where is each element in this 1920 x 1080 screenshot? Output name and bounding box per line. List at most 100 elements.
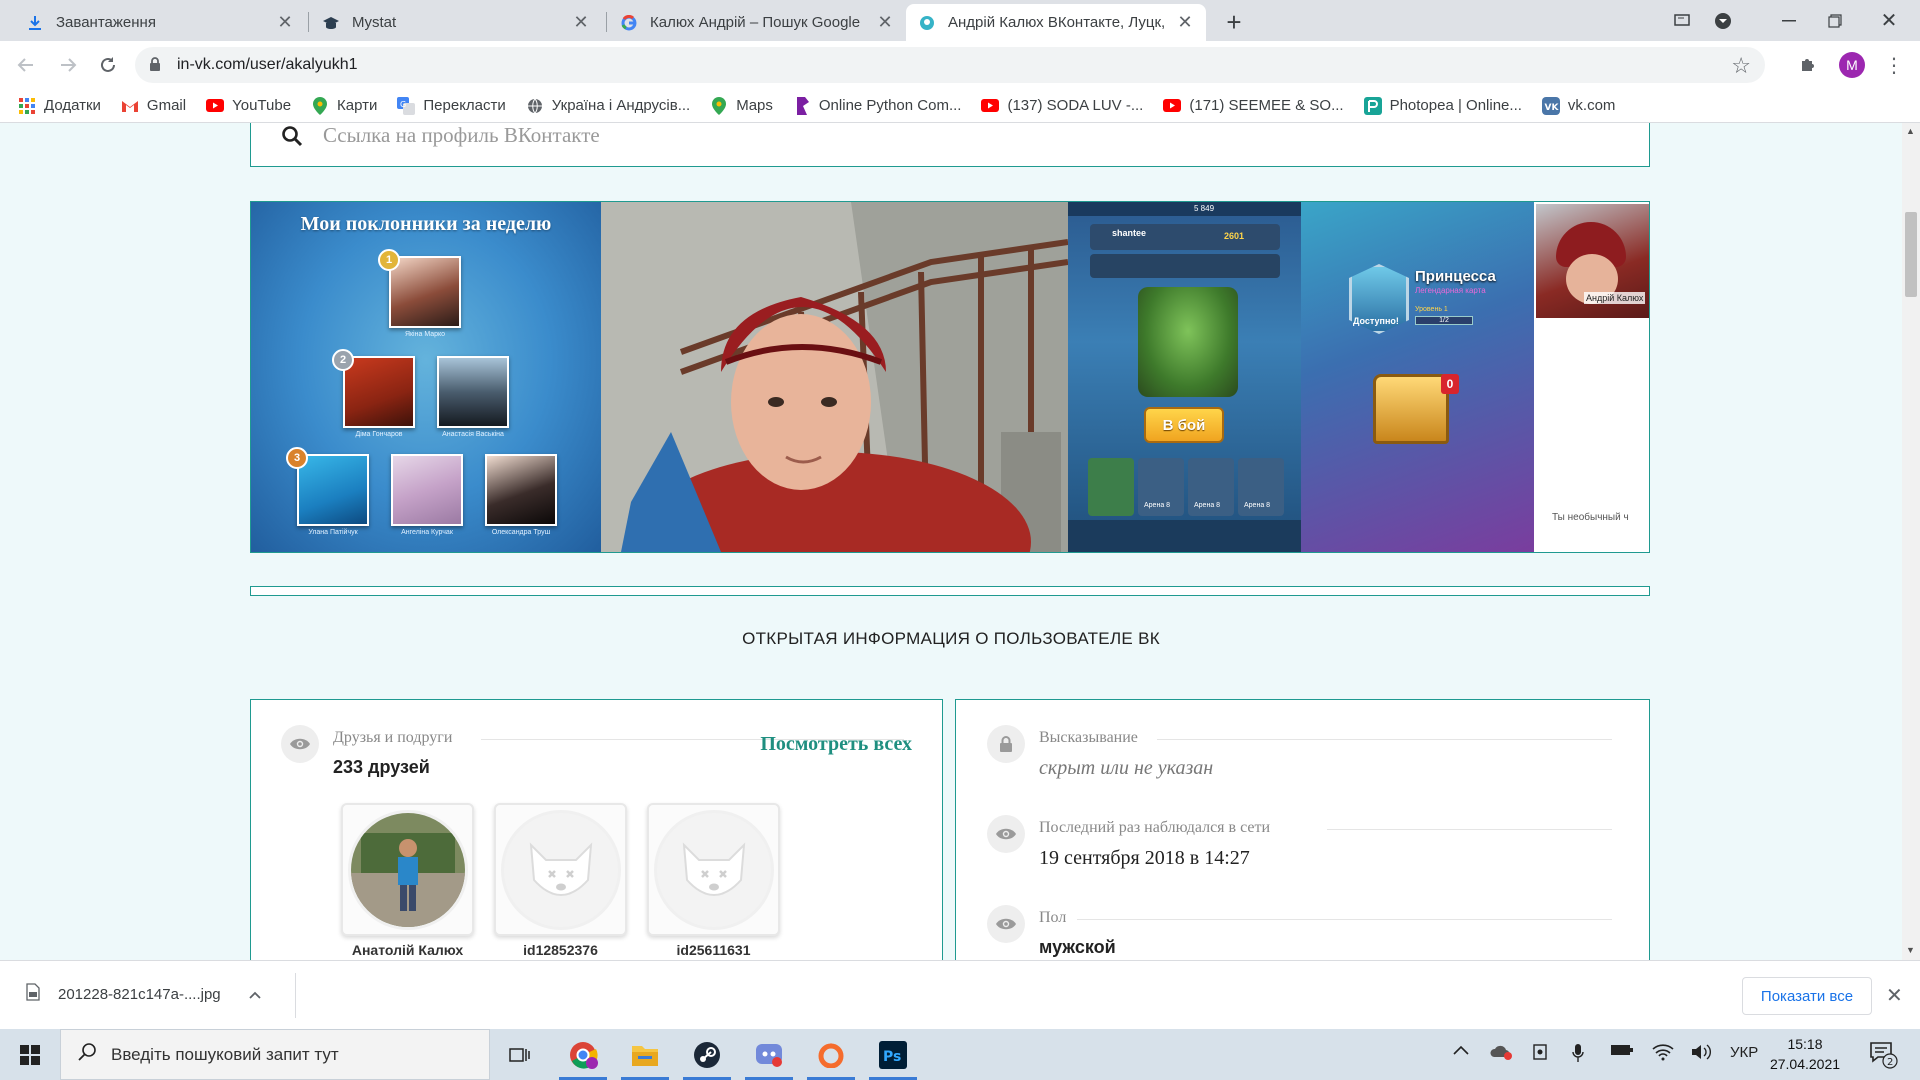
fan-name: Ангеліна Курчак	[401, 529, 453, 536]
battery-icon[interactable]	[1610, 1043, 1634, 1062]
close-icon[interactable]: ✕	[276, 12, 294, 32]
fan-name: Олександра Труш	[491, 529, 551, 536]
bookmark-star-icon[interactable]: ☆	[1731, 53, 1751, 79]
gallery-photo-fans[interactable]: Мои поклонники за неделю Якіна Марко 1 Д…	[251, 202, 601, 552]
show-all-downloads-button[interactable]: Показати все	[1742, 977, 1872, 1015]
bookmark-maps-ua[interactable]: Карти	[311, 96, 377, 115]
chrome-taskbar-icon[interactable]	[553, 1029, 613, 1080]
fans-title: Мои поклонники за неделю	[300, 213, 552, 235]
microphone-icon[interactable]	[1572, 1043, 1584, 1068]
see-all-friends-link[interactable]: Посмотреть всех	[760, 733, 912, 756]
eye-icon	[281, 725, 319, 763]
close-window-icon[interactable]: ✕	[1866, 0, 1912, 41]
chevron-up-icon[interactable]	[249, 986, 261, 1003]
tab-title: Калюх Андрій – Пошук Google	[650, 14, 861, 31]
bookmark-vk[interactable]: VK vk.com	[1541, 96, 1615, 115]
bookmark-apps[interactable]: Додатки	[18, 97, 101, 115]
download-icon	[26, 14, 44, 32]
bookmark-python[interactable]: Online Python Com...	[793, 96, 961, 115]
tab-in-vk-active[interactable]: Андрій Калюх ВКонтакте, Луцк, ✕	[906, 4, 1206, 41]
bookmark-translate[interactable]: G Перекласти	[397, 96, 506, 115]
taskbar-search-input[interactable]: Введіть пошуковий запит тут	[60, 1029, 490, 1080]
photo-gallery: Мои поклонники за неделю Якіна Марко 1 Д…	[250, 201, 1650, 553]
page-viewport: Ссылка на профиль ВКонтакте Мои поклонни…	[0, 123, 1902, 960]
gallery-photo-thumb[interactable]: Андрій Калюх Ты необычный ч	[1534, 202, 1649, 552]
gallery-photo-game[interactable]: 5 849 shantee 2601 В бой Арена 8 Арена 8…	[1068, 202, 1301, 552]
info-value: скрыт или не указан	[1039, 757, 1214, 779]
minimize-icon[interactable]	[1766, 0, 1812, 41]
fan-photo	[297, 454, 369, 526]
download-item[interactable]: 201228-821c147a-....jpg	[26, 983, 261, 1005]
friend-name[interactable]: id25611631	[647, 942, 780, 958]
task-view-icon[interactable]	[490, 1029, 550, 1080]
game-player-bar: shantee 2601	[1090, 224, 1280, 250]
game-bottom-nav	[1068, 520, 1301, 552]
language-indicator[interactable]: УКР	[1730, 1044, 1758, 1061]
wifi-icon[interactable]	[1652, 1043, 1674, 1066]
scrollbar-thumb[interactable]	[1905, 212, 1917, 297]
more-menu-icon[interactable]: ⋮	[1880, 51, 1908, 79]
friend-card-3[interactable]	[647, 803, 780, 936]
back-icon[interactable]	[10, 49, 42, 81]
game-arena-label: Арена 8	[1144, 502, 1171, 509]
profile-dropdown-icon[interactable]	[1700, 0, 1746, 41]
reload-icon[interactable]	[92, 49, 124, 81]
photoshop-icon[interactable]: Ps	[863, 1029, 923, 1080]
bookmark-ukraine[interactable]: Україна і Андрусів...	[526, 97, 690, 115]
close-icon[interactable]: ✕	[1886, 983, 1903, 1008]
bookmark-label: (137) SODA LUV -...	[1007, 97, 1144, 114]
bookmark-youtube-seemee[interactable]: (171) SEEMEE & SO...	[1163, 97, 1344, 115]
notifications-icon[interactable]: 2	[1868, 1039, 1898, 1074]
friend-name[interactable]: Анатолій Калюх	[341, 942, 474, 958]
webcam-icon[interactable]	[1532, 1043, 1550, 1066]
clock[interactable]: 15:18 27.04.2021	[1760, 1034, 1850, 1074]
tab-mystat[interactable]: Mystat ✕	[310, 4, 602, 41]
discord-icon[interactable]	[739, 1029, 799, 1080]
game-arena-label: Арена 8	[1244, 502, 1271, 509]
fan-5: Ангеліна Курчак	[391, 454, 463, 536]
bookmark-youtube-soda[interactable]: (137) SODA LUV -...	[981, 97, 1143, 115]
profile-avatar[interactable]: M	[1839, 52, 1865, 78]
scroll-up-icon[interactable]: ▲	[1906, 126, 1916, 136]
close-icon[interactable]: ✕	[1176, 12, 1194, 32]
bookmark-gmail[interactable]: Gmail	[121, 97, 186, 115]
tab-search-icon[interactable]	[1659, 0, 1705, 41]
friend-card-1[interactable]	[341, 803, 474, 936]
lock-icon[interactable]	[149, 56, 161, 77]
address-bar[interactable]: in-vk.com/user/akalyukh1 ☆	[135, 47, 1765, 83]
scroll-down-icon[interactable]: ▼	[1906, 945, 1916, 955]
maps-pin-icon	[710, 96, 728, 115]
onedrive-icon[interactable]	[1490, 1043, 1514, 1066]
origin-icon[interactable]	[801, 1029, 861, 1080]
translate-icon: G	[397, 96, 416, 115]
tab-google-search[interactable]: Калюх Андрій – Пошук Google ✕	[608, 4, 906, 41]
steam-icon[interactable]	[677, 1029, 737, 1080]
close-icon[interactable]: ✕	[572, 12, 590, 32]
profile-search-input[interactable]: Ссылка на профиль ВКонтакте	[250, 123, 1650, 167]
tab-downloads[interactable]: Завантаження ✕	[14, 4, 306, 41]
globe-icon	[526, 97, 544, 115]
windows-start-icon[interactable]	[0, 1029, 60, 1080]
new-tab-button[interactable]: +	[1220, 7, 1248, 37]
fan-3: Анастасія Васькіна	[437, 356, 509, 438]
friend-card-2[interactable]	[494, 803, 627, 936]
gallery-photo-card[interactable]: Доступно! Принцесса Легендарная карта Ур…	[1301, 202, 1534, 552]
chevron-up-icon[interactable]	[1453, 1042, 1469, 1060]
download-filename: 201228-821c147a-....jpg	[58, 985, 221, 1003]
gallery-photo-selfie[interactable]	[601, 202, 1068, 552]
bookmark-maps[interactable]: Maps	[710, 96, 773, 115]
restore-icon[interactable]	[1812, 0, 1858, 41]
friend-name[interactable]: id12852376	[494, 942, 627, 958]
extensions-puzzle-icon[interactable]	[1798, 53, 1820, 80]
volume-icon[interactable]	[1690, 1043, 1712, 1066]
page-scrollbar[interactable]: ▲ ▼	[1902, 123, 1920, 960]
close-icon[interactable]: ✕	[876, 12, 894, 32]
bookmark-photopea[interactable]: Photopea | Online...	[1363, 96, 1522, 115]
windows-taskbar: Введіть пошуковий запит тут Ps УКР 15:18…	[0, 1029, 1920, 1080]
bookmark-youtube[interactable]: YouTube	[206, 97, 291, 115]
game-chest-row	[1090, 254, 1280, 278]
forward-icon[interactable]	[52, 49, 84, 81]
url-text[interactable]: in-vk.com/user/akalyukh1	[177, 56, 358, 74]
lock-icon	[987, 725, 1025, 763]
file-explorer-icon[interactable]	[615, 1029, 675, 1080]
